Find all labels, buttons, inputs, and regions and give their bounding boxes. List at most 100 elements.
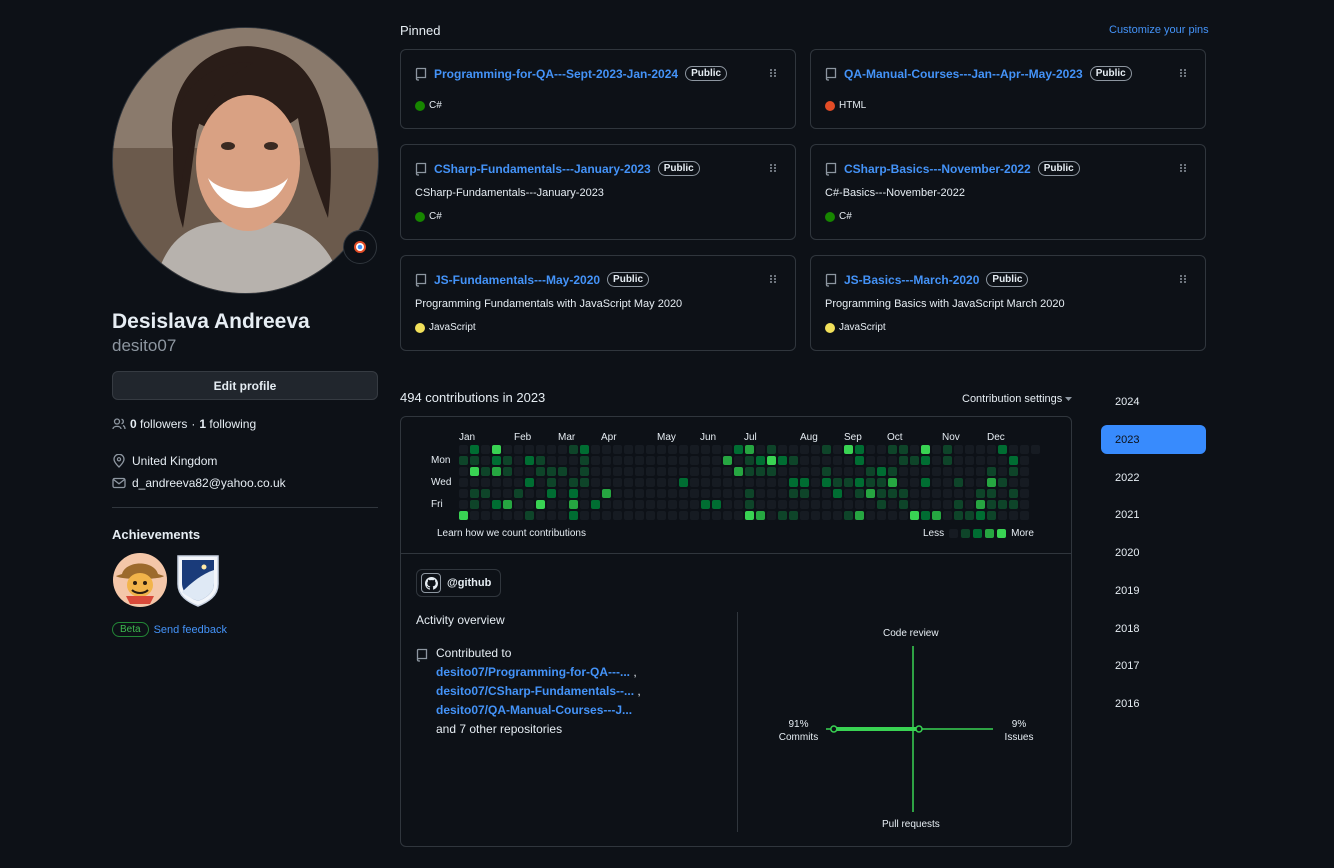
contribution-day[interactable] (470, 500, 479, 509)
contribution-day[interactable] (580, 467, 589, 476)
contribution-day[interactable] (877, 500, 886, 509)
contribution-day[interactable] (932, 511, 941, 520)
contribution-day[interactable] (756, 467, 765, 476)
pinned-repo-card[interactable]: CSharp-Fundamentals---January-2023 Public… (400, 144, 796, 240)
contribution-day[interactable] (668, 511, 677, 520)
following-link[interactable]: 1 following (199, 417, 256, 431)
contribution-day[interactable] (778, 445, 787, 454)
contribution-day[interactable] (888, 478, 897, 487)
contribution-day[interactable] (756, 456, 765, 465)
contribution-day[interactable] (745, 478, 754, 487)
contribution-day[interactable] (987, 467, 996, 476)
contribution-day[interactable] (569, 467, 578, 476)
contribution-day[interactable] (514, 456, 523, 465)
contributed-repo-link[interactable]: desito07/CSharp-Fundamentals--... (436, 684, 634, 698)
contribution-day[interactable] (712, 511, 721, 520)
contribution-day[interactable] (547, 489, 556, 498)
contribution-day[interactable] (591, 511, 600, 520)
contribution-day[interactable] (481, 500, 490, 509)
contribution-day[interactable] (855, 467, 864, 476)
contribution-day[interactable] (943, 445, 952, 454)
contribution-day[interactable] (668, 445, 677, 454)
contribution-day[interactable] (679, 467, 688, 476)
contribution-day[interactable] (921, 489, 930, 498)
contribution-day[interactable] (987, 478, 996, 487)
contribution-day[interactable] (525, 445, 534, 454)
contribution-day[interactable] (789, 500, 798, 509)
contribution-day[interactable] (712, 489, 721, 498)
contribution-day[interactable] (976, 500, 985, 509)
contribution-day[interactable] (602, 478, 611, 487)
contribution-day[interactable] (822, 445, 831, 454)
contribution-day[interactable] (690, 511, 699, 520)
contribution-day[interactable] (833, 511, 842, 520)
contribution-day[interactable] (888, 511, 897, 520)
contribution-day[interactable] (569, 500, 578, 509)
contribution-day[interactable] (481, 456, 490, 465)
contribution-day[interactable] (1009, 500, 1018, 509)
contribution-day[interactable] (910, 478, 919, 487)
contribution-day[interactable] (503, 500, 512, 509)
contribution-day[interactable] (811, 489, 820, 498)
contribution-day[interactable] (690, 445, 699, 454)
contribution-day[interactable] (965, 456, 974, 465)
contribution-day[interactable] (855, 500, 864, 509)
year-link-2019[interactable]: 2019 (1101, 576, 1206, 605)
send-feedback-link[interactable]: Send feedback (154, 624, 227, 636)
contribution-day[interactable] (602, 456, 611, 465)
contribution-day[interactable] (976, 445, 985, 454)
contribution-day[interactable] (635, 445, 644, 454)
avatar[interactable] (112, 27, 379, 294)
contribution-day[interactable] (1020, 478, 1029, 487)
contribution-day[interactable] (613, 467, 622, 476)
contribution-day[interactable] (503, 445, 512, 454)
contribution-day[interactable] (646, 500, 655, 509)
contribution-day[interactable] (492, 456, 501, 465)
contribution-day[interactable] (822, 478, 831, 487)
contribution-day[interactable] (547, 478, 556, 487)
contribution-day[interactable] (514, 445, 523, 454)
contribution-day[interactable] (470, 445, 479, 454)
contribution-day[interactable] (943, 500, 952, 509)
contribution-day[interactable] (1009, 489, 1018, 498)
year-link-2018[interactable]: 2018 (1101, 614, 1206, 643)
contribution-day[interactable] (833, 489, 842, 498)
contribution-day[interactable] (800, 511, 809, 520)
contribution-day[interactable] (690, 467, 699, 476)
drag-handle-icon[interactable] (769, 68, 777, 78)
contribution-day[interactable] (536, 456, 545, 465)
contribution-day[interactable] (558, 478, 567, 487)
contribution-day[interactable] (525, 500, 534, 509)
contribution-settings-dropdown[interactable]: Contribution settings (962, 393, 1073, 405)
pinned-repo-card[interactable]: JS-Fundamentals---May-2020 Public Programm… (400, 255, 796, 351)
contribution-day[interactable] (899, 500, 908, 509)
contribution-day[interactable] (789, 511, 798, 520)
contribution-day[interactable] (756, 489, 765, 498)
contribution-day[interactable] (657, 489, 666, 498)
contribution-day[interactable] (998, 511, 1007, 520)
contribution-day[interactable] (745, 445, 754, 454)
contribution-day[interactable] (778, 467, 787, 476)
contribution-day[interactable] (987, 511, 996, 520)
contribution-day[interactable] (624, 445, 633, 454)
org-filter-button[interactable]: @github (416, 569, 502, 597)
contribution-day[interactable] (492, 478, 501, 487)
contribution-day[interactable] (866, 500, 875, 509)
contribution-day[interactable] (668, 456, 677, 465)
contribution-day[interactable] (866, 511, 875, 520)
contribution-day[interactable] (899, 478, 908, 487)
year-link-2016[interactable]: 2016 (1101, 689, 1206, 718)
contribution-day[interactable] (624, 489, 633, 498)
email-link[interactable]: d_andreeva82@yahoo.co.uk (132, 476, 286, 490)
contribution-day[interactable] (734, 467, 743, 476)
contribution-day[interactable] (536, 489, 545, 498)
contribution-day[interactable] (613, 489, 622, 498)
contribution-day[interactable] (701, 445, 710, 454)
contribution-day[interactable] (723, 511, 732, 520)
contribution-day[interactable] (624, 456, 633, 465)
contribution-day[interactable] (701, 478, 710, 487)
contribution-day[interactable] (569, 511, 578, 520)
pinned-repo-name[interactable]: Programming-for-QA---Sept-2023-Jan-2024 (434, 67, 678, 81)
contribution-day[interactable] (459, 456, 468, 465)
contribution-day[interactable] (811, 500, 820, 509)
